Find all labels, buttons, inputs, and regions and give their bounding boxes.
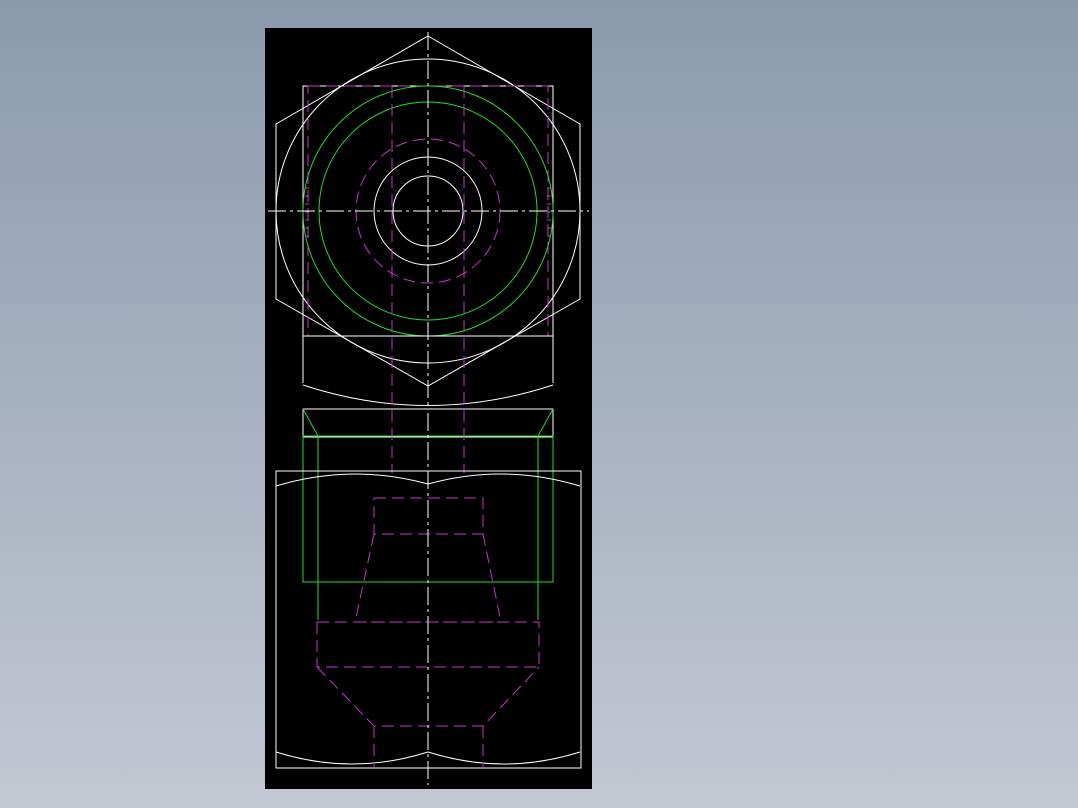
top-view bbox=[268, 32, 589, 408]
cad-drawing-viewport[interactable] bbox=[265, 28, 592, 789]
lower-hex-top-arc-right bbox=[427, 473, 581, 487]
hidden-cone-right bbox=[482, 533, 502, 623]
lower-hex-bottom-arc-right bbox=[427, 751, 581, 765]
lower-hex-bottom-arc-left bbox=[275, 751, 429, 765]
hidden-cone-left bbox=[354, 533, 375, 623]
lower-hex-top-arc-left bbox=[275, 473, 429, 487]
cad-drawing bbox=[268, 32, 589, 785]
